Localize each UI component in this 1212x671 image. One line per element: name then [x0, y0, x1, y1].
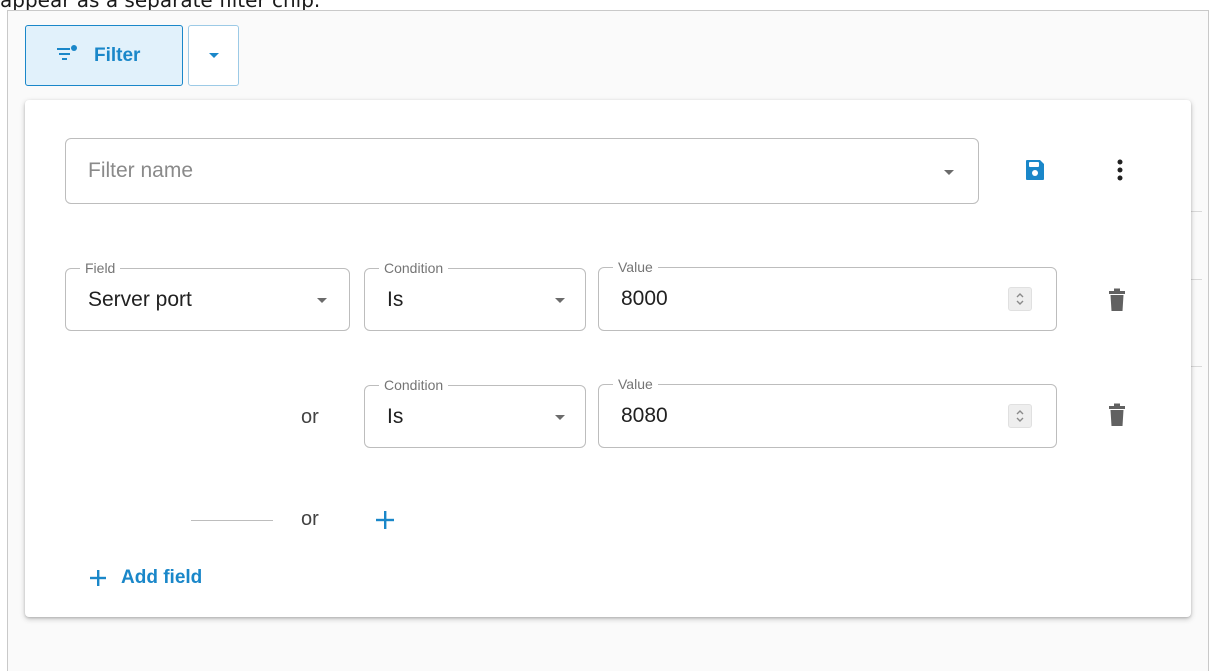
add-field-button[interactable]: Add field — [89, 567, 202, 589]
value-text: 8080 — [621, 404, 668, 427]
filter-button[interactable]: Filter — [25, 25, 183, 86]
filter-dropdown-button[interactable] — [188, 25, 239, 86]
or-connector-label: or — [301, 406, 319, 428]
condition-value: Is — [387, 404, 404, 428]
field-value: Server port — [88, 287, 192, 311]
filter-list-icon — [56, 44, 78, 67]
save-icon[interactable] — [1021, 156, 1049, 184]
or-separator-line — [191, 520, 273, 521]
filter-name-select[interactable]: Filter name — [65, 138, 979, 204]
value-input[interactable]: Value 8080 — [598, 376, 1057, 448]
filter-name-placeholder: Filter name — [88, 159, 194, 182]
chevron-down-icon — [555, 298, 565, 303]
or-connector-label: or — [301, 508, 319, 530]
chevron-down-icon — [944, 170, 954, 175]
chevron-down-icon — [555, 415, 565, 420]
trash-icon[interactable] — [1105, 401, 1129, 429]
add-field-label: Add field — [121, 567, 203, 588]
number-stepper[interactable] — [1008, 287, 1032, 311]
more-vertical-icon[interactable] — [1107, 156, 1133, 184]
value-input[interactable]: Value 8000 — [598, 259, 1057, 331]
stepper-arrows-icon — [1016, 293, 1024, 305]
filter-panel: Filter name Field Server port Condition … — [25, 100, 1191, 617]
chevron-down-icon — [317, 298, 327, 303]
plus-icon — [90, 570, 106, 586]
number-stepper[interactable] — [1008, 404, 1032, 428]
filter-button-label: Filter — [94, 44, 141, 66]
condition-select[interactable]: Condition Is — [364, 260, 586, 331]
chevron-down-icon — [208, 53, 219, 58]
condition-value: Is — [387, 287, 404, 311]
add-or-plus-icon[interactable] — [373, 508, 397, 532]
value-text: 8000 — [621, 287, 668, 310]
field-select[interactable]: Field Server port — [65, 260, 350, 331]
stepper-arrows-icon — [1016, 410, 1024, 422]
condition-select[interactable]: Condition Is — [364, 377, 586, 448]
trash-icon[interactable] — [1105, 286, 1129, 314]
